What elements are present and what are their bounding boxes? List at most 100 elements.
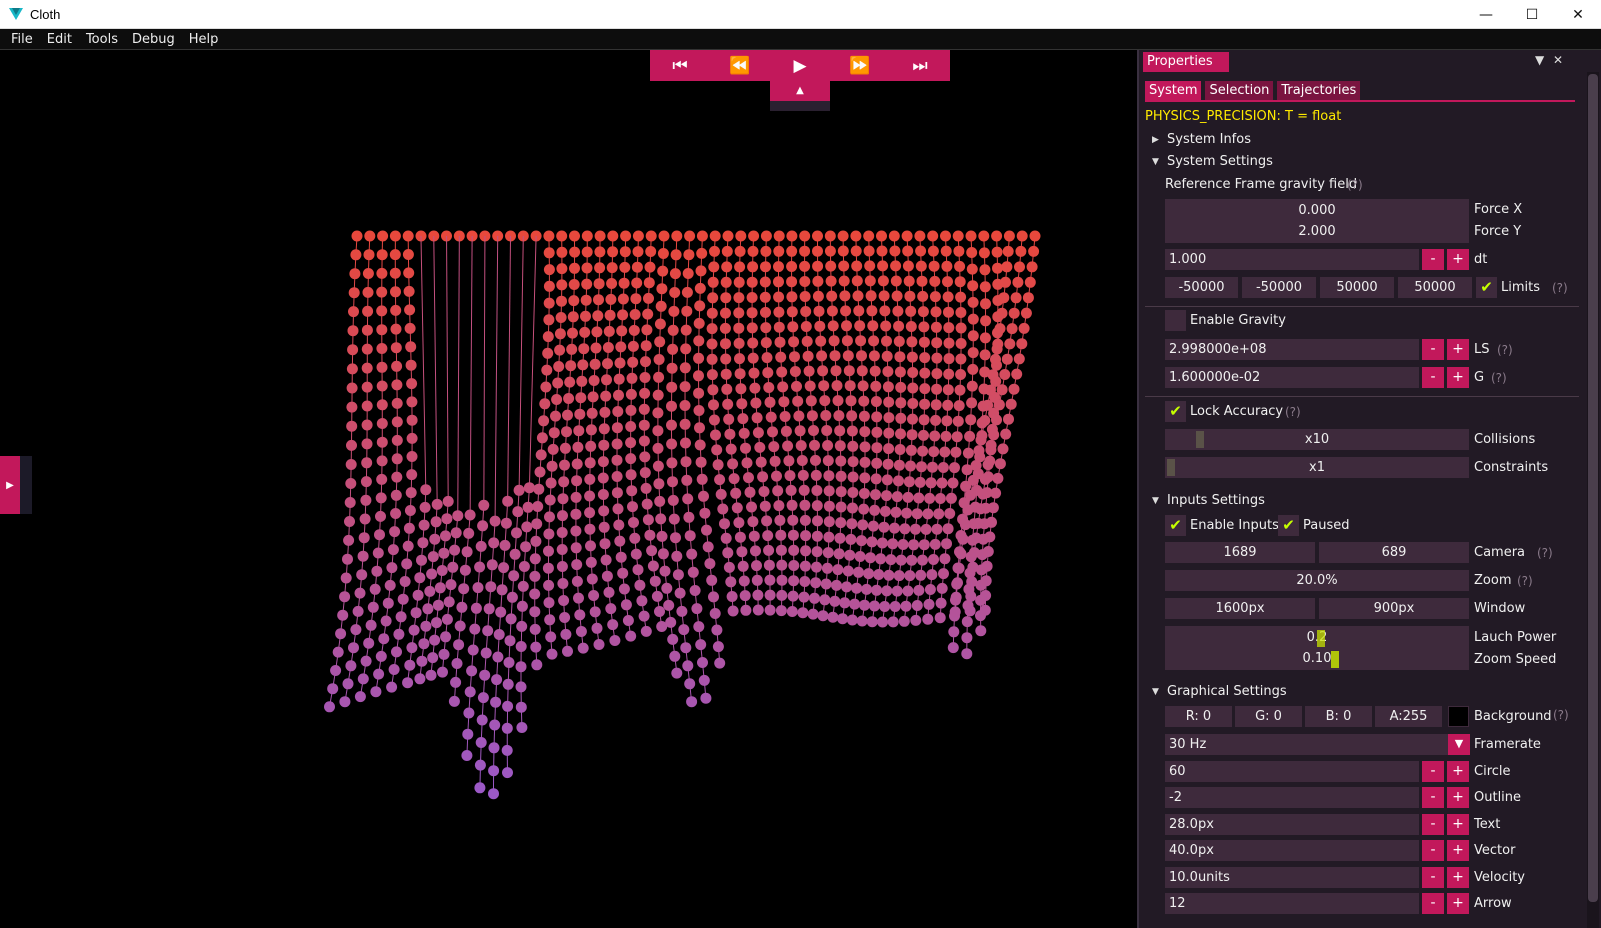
panel-title[interactable]: Properties bbox=[1143, 52, 1229, 72]
system-settings-header[interactable]: System Settings bbox=[1167, 154, 1273, 169]
close-button[interactable]: ✕ bbox=[1555, 0, 1601, 29]
dt-label: dt bbox=[1474, 252, 1488, 267]
play-icon[interactable]: ▶ bbox=[780, 56, 820, 76]
vector-minus-button[interactable]: - bbox=[1422, 840, 1444, 861]
velocity-plus-button[interactable]: + bbox=[1447, 867, 1469, 888]
background-color-swatch[interactable] bbox=[1448, 706, 1469, 727]
menu-file[interactable]: File bbox=[4, 32, 40, 47]
outline-input[interactable]: -2 bbox=[1165, 787, 1419, 808]
bg-green-input[interactable]: G: 0 bbox=[1235, 706, 1302, 727]
vector-input[interactable]: 40.0px bbox=[1165, 840, 1419, 861]
maximize-button[interactable]: ☐ bbox=[1509, 0, 1555, 29]
vector-plus-button[interactable]: + bbox=[1447, 840, 1469, 861]
panel-close-icon[interactable]: ✕ bbox=[1553, 53, 1563, 67]
dt-input[interactable]: 1.000 bbox=[1165, 249, 1419, 270]
framerate-select[interactable]: 30 Hz bbox=[1165, 734, 1449, 755]
arrow-input[interactable]: 12 bbox=[1165, 893, 1419, 914]
camera-y-input[interactable]: 689 bbox=[1319, 542, 1469, 563]
collisions-slider-handle[interactable] bbox=[1196, 431, 1205, 448]
simulation-viewport[interactable]: ⏮ ⏪ ▶ ⏩ ⏭ ▲ ▶ bbox=[0, 50, 1137, 928]
zoom-speed-handle[interactable] bbox=[1331, 651, 1339, 668]
window-height-input[interactable]: 900px bbox=[1319, 598, 1469, 619]
bg-alpha-input[interactable]: A:255 bbox=[1375, 706, 1442, 727]
panel-scrollbar[interactable] bbox=[1587, 72, 1599, 928]
skip-first-icon[interactable]: ⏮ bbox=[660, 56, 700, 76]
outline-plus-button[interactable]: + bbox=[1447, 787, 1469, 808]
launch-power-handle[interactable] bbox=[1317, 630, 1325, 647]
help-icon[interactable]: (?) bbox=[1553, 708, 1569, 722]
skip-last-icon[interactable]: ⏭ bbox=[900, 56, 940, 76]
limit-min-y-input[interactable]: -50000 bbox=[1242, 277, 1316, 298]
arrow-plus-button[interactable]: + bbox=[1447, 893, 1469, 914]
collapsed-arrow-icon[interactable]: ▶ bbox=[1152, 135, 1159, 145]
text-plus-button[interactable]: + bbox=[1447, 814, 1469, 835]
bg-red-input[interactable]: R: 0 bbox=[1165, 706, 1232, 727]
graphical-settings-header[interactable]: Graphical Settings bbox=[1167, 684, 1287, 699]
ls-plus-button[interactable]: + bbox=[1447, 339, 1469, 360]
limit-max-y-input[interactable]: 50000 bbox=[1398, 277, 1472, 298]
inputs-settings-header[interactable]: Inputs Settings bbox=[1167, 493, 1265, 508]
lock-accuracy-checkbox[interactable]: ✔ bbox=[1165, 401, 1186, 422]
menu-help[interactable]: Help bbox=[182, 32, 226, 47]
expanded-arrow-icon[interactable]: ▼ bbox=[1152, 496, 1159, 506]
tab-system[interactable]: System bbox=[1145, 81, 1202, 101]
help-icon[interactable]: (?) bbox=[1285, 405, 1301, 419]
arrow-minus-button[interactable]: - bbox=[1422, 893, 1444, 914]
menu-tools[interactable]: Tools bbox=[79, 32, 125, 47]
expanded-arrow-icon[interactable]: ▼ bbox=[1152, 157, 1159, 167]
help-icon[interactable]: (?) bbox=[1491, 371, 1507, 385]
gravity-field-input[interactable]: 0.000 2.000 bbox=[1165, 199, 1469, 243]
velocity-input[interactable]: 10.0units bbox=[1165, 867, 1419, 888]
tab-trajectories[interactable]: Trajectories bbox=[1277, 81, 1361, 101]
outline-minus-button[interactable]: - bbox=[1422, 787, 1444, 808]
window-width-input[interactable]: 1600px bbox=[1165, 598, 1315, 619]
help-icon[interactable]: (?) bbox=[1347, 178, 1363, 192]
scrollbar-thumb[interactable] bbox=[1588, 74, 1598, 902]
enable-gravity-checkbox[interactable] bbox=[1165, 310, 1186, 331]
expanded-arrow-icon[interactable]: ▼ bbox=[1152, 687, 1159, 697]
camera-x-input[interactable]: 1689 bbox=[1165, 542, 1315, 563]
framerate-dropdown-icon[interactable]: ▼ bbox=[1448, 734, 1470, 755]
bg-blue-input[interactable]: B: 0 bbox=[1305, 706, 1372, 727]
rewind-icon[interactable]: ⏪ bbox=[720, 56, 760, 76]
help-icon[interactable]: (?) bbox=[1537, 546, 1553, 560]
limits-checkbox[interactable]: ✔ bbox=[1476, 277, 1497, 298]
minimize-button[interactable]: — bbox=[1463, 0, 1509, 29]
velocity-minus-button[interactable]: - bbox=[1422, 867, 1444, 888]
collapse-transport-button[interactable]: ▲ bbox=[770, 81, 830, 101]
limit-min-x-input[interactable]: -50000 bbox=[1165, 277, 1238, 298]
circle-minus-button[interactable]: - bbox=[1422, 761, 1444, 782]
g-input[interactable]: 1.600000e-02 bbox=[1165, 367, 1419, 388]
help-icon[interactable]: (?) bbox=[1517, 574, 1533, 588]
g-minus-button[interactable]: - bbox=[1422, 367, 1444, 388]
expand-left-panel-button[interactable]: ▶ bbox=[0, 456, 20, 514]
dt-minus-button[interactable]: - bbox=[1422, 249, 1444, 270]
constraints-slider-handle[interactable] bbox=[1167, 459, 1175, 476]
force-x-value[interactable]: 0.000 bbox=[1165, 200, 1469, 221]
constraints-slider[interactable]: x1 bbox=[1165, 457, 1469, 478]
zoom-speed-value[interactable]: 0.10 bbox=[1165, 648, 1469, 669]
text-size-input[interactable]: 28.0px bbox=[1165, 814, 1419, 835]
circle-input[interactable]: 60 bbox=[1165, 761, 1419, 782]
system-infos-header[interactable]: System Infos bbox=[1167, 132, 1251, 147]
panel-menu-icon[interactable]: ▼ bbox=[1535, 53, 1544, 67]
paused-checkbox[interactable]: ✔ bbox=[1278, 515, 1299, 536]
text-minus-button[interactable]: - bbox=[1422, 814, 1444, 835]
fast-forward-icon[interactable]: ⏩ bbox=[840, 56, 880, 76]
g-plus-button[interactable]: + bbox=[1447, 367, 1469, 388]
ls-minus-button[interactable]: - bbox=[1422, 339, 1444, 360]
enable-inputs-checkbox[interactable]: ✔ bbox=[1165, 515, 1186, 536]
circle-plus-button[interactable]: + bbox=[1447, 761, 1469, 782]
menu-debug[interactable]: Debug bbox=[125, 32, 182, 47]
zoom-input[interactable]: 20.0% bbox=[1165, 570, 1469, 591]
collisions-slider[interactable]: x10 bbox=[1165, 429, 1469, 450]
limit-max-x-input[interactable]: 50000 bbox=[1320, 277, 1394, 298]
help-icon[interactable]: (?) bbox=[1552, 281, 1568, 295]
menu-edit[interactable]: Edit bbox=[40, 32, 79, 47]
help-icon[interactable]: (?) bbox=[1497, 343, 1513, 357]
force-y-value[interactable]: 2.000 bbox=[1165, 221, 1469, 242]
arrow-label: Arrow bbox=[1474, 896, 1512, 911]
ls-input[interactable]: 2.998000e+08 bbox=[1165, 339, 1419, 360]
dt-plus-button[interactable]: + bbox=[1447, 249, 1469, 270]
tab-selection[interactable]: Selection bbox=[1205, 81, 1274, 101]
